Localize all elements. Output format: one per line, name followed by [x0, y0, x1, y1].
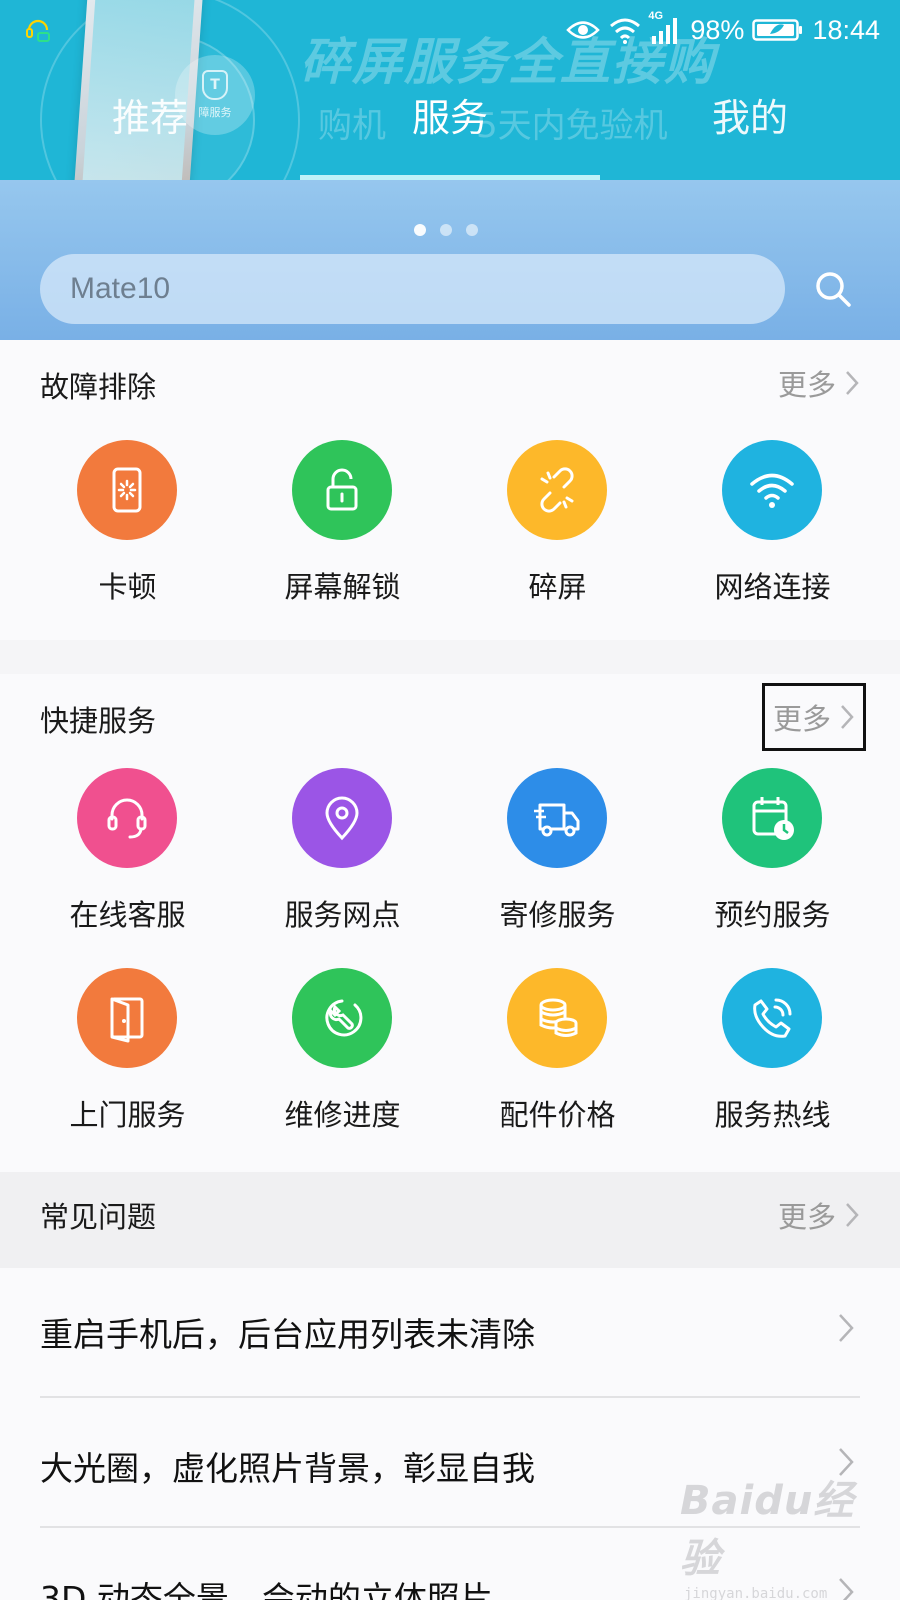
delivery-truck-icon: [507, 768, 607, 868]
faq-more-button[interactable]: 更多: [778, 1192, 860, 1238]
service-item-service-center[interactable]: 服务网点: [235, 768, 450, 968]
carousel-indicator: [414, 224, 478, 236]
service-item-repair-progress[interactable]: 维修进度: [235, 968, 450, 1168]
troubleshoot-section: 故障排除 更多 卡顿 屏幕解锁 碎屏 网络连接: [0, 340, 900, 640]
unlock-icon: [292, 440, 392, 540]
battery-icon: [752, 19, 803, 41]
service-assistant-icon[interactable]: [24, 16, 52, 44]
quick-services-more-button[interactable]: 更多: [761, 683, 867, 751]
wrench-icon: [292, 968, 392, 1068]
item-label: 卡顿: [98, 570, 157, 604]
service-item-onsite[interactable]: 上门服务: [20, 968, 235, 1168]
service-item-online-support[interactable]: 在线客服: [20, 768, 235, 968]
chevron-right-icon: [841, 705, 854, 729]
location-pin-icon: [292, 768, 392, 868]
service-item-mail-in-repair[interactable]: 寄修服务: [450, 768, 665, 968]
search-input[interactable]: [70, 272, 785, 306]
faq-question: 3D 动态全景，会动的立体照片: [40, 1579, 493, 1600]
service-item-hotline[interactable]: 服务热线: [665, 968, 880, 1168]
section-title: 故障排除: [40, 370, 157, 404]
item-label: 网络连接: [714, 570, 831, 604]
wifi-status-icon: [610, 18, 641, 44]
item-label: 服务热线: [714, 1098, 831, 1132]
clock: 18:44: [812, 14, 880, 45]
troubleshoot-item-lag[interactable]: 卡顿: [20, 440, 235, 640]
troubleshoot-item-broken-screen[interactable]: 碎屏: [450, 440, 665, 640]
tab-mine[interactable]: 我的: [600, 80, 900, 180]
wifi-icon: [722, 440, 822, 540]
item-label: 在线客服: [69, 898, 186, 932]
search-icon[interactable]: [812, 268, 854, 310]
item-label: 上门服务: [69, 1098, 186, 1132]
more-label: 更多: [777, 1200, 836, 1234]
service-item-parts-price[interactable]: 配件价格: [450, 968, 665, 1168]
troubleshoot-more-button[interactable]: 更多: [778, 360, 860, 406]
troubleshoot-item-unlock[interactable]: 屏幕解锁: [235, 440, 450, 640]
headset-icon: [77, 768, 177, 868]
coins-icon: [507, 968, 607, 1068]
item-label: 预约服务: [714, 898, 831, 932]
door-icon: [77, 968, 177, 1068]
watermark-url: jingyan.baidu.com: [684, 1586, 828, 1600]
item-label: 配件价格: [499, 1098, 616, 1132]
section-title: 常见问题: [40, 1200, 157, 1234]
item-label: 服务网点: [284, 898, 401, 932]
eye-comfort-icon: [566, 21, 601, 39]
broken-link-icon: [507, 440, 607, 540]
phone-call-icon: [722, 968, 822, 1068]
chevron-right-icon: [846, 371, 859, 395]
more-label: 更多: [772, 702, 831, 736]
cellular-signal: 4G: [648, 10, 682, 44]
tab-service[interactable]: 服务: [300, 80, 600, 180]
carousel-dot: [440, 224, 452, 236]
item-label: 寄修服务: [499, 898, 616, 932]
search-bar: [40, 254, 785, 324]
service-header: T 障服务 碎屏服务全直接购 购机 5天内免验机 4G 98% 18:44 推荐…: [0, 0, 900, 340]
chevron-right-icon: [846, 1203, 859, 1227]
status-bar: 4G 98% 18:44: [0, 0, 900, 60]
service-item-appointment[interactable]: 预约服务: [665, 768, 880, 968]
item-label: 屏幕解锁: [284, 570, 401, 604]
carousel-dot: [466, 224, 478, 236]
chevron-right-icon: [839, 1314, 854, 1342]
item-label: 维修进度: [284, 1098, 401, 1132]
calendar-clock-icon: [722, 768, 822, 868]
troubleshoot-item-network[interactable]: 网络连接: [665, 440, 880, 640]
faq-item[interactable]: 重启手机后，后台应用列表未清除: [0, 1268, 900, 1398]
more-label: 更多: [777, 368, 836, 402]
lag-phone-icon: [77, 440, 177, 540]
tab-recommend[interactable]: 推荐: [0, 80, 300, 180]
item-label: 碎屏: [528, 570, 587, 604]
carousel-dot: [414, 224, 426, 236]
watermark-logo: Baidu经验: [680, 1478, 855, 1582]
section-title: 快捷服务: [40, 704, 157, 738]
quick-services-section: 快捷服务 更多 在线客服 服务网点 寄修服务 预约服务 上门服务 维修进度 配件…: [0, 674, 900, 1174]
baidu-watermark: Baidu经验 jingyan.baidu.com: [680, 1468, 880, 1600]
battery-percent: 98%: [690, 14, 745, 45]
faq-question: 重启手机后，后台应用列表未清除: [40, 1315, 535, 1354]
faq-question: 大光圈，虚化照片背景，彰显自我: [40, 1449, 535, 1488]
top-tab-bar: 推荐 服务 我的: [0, 80, 900, 180]
